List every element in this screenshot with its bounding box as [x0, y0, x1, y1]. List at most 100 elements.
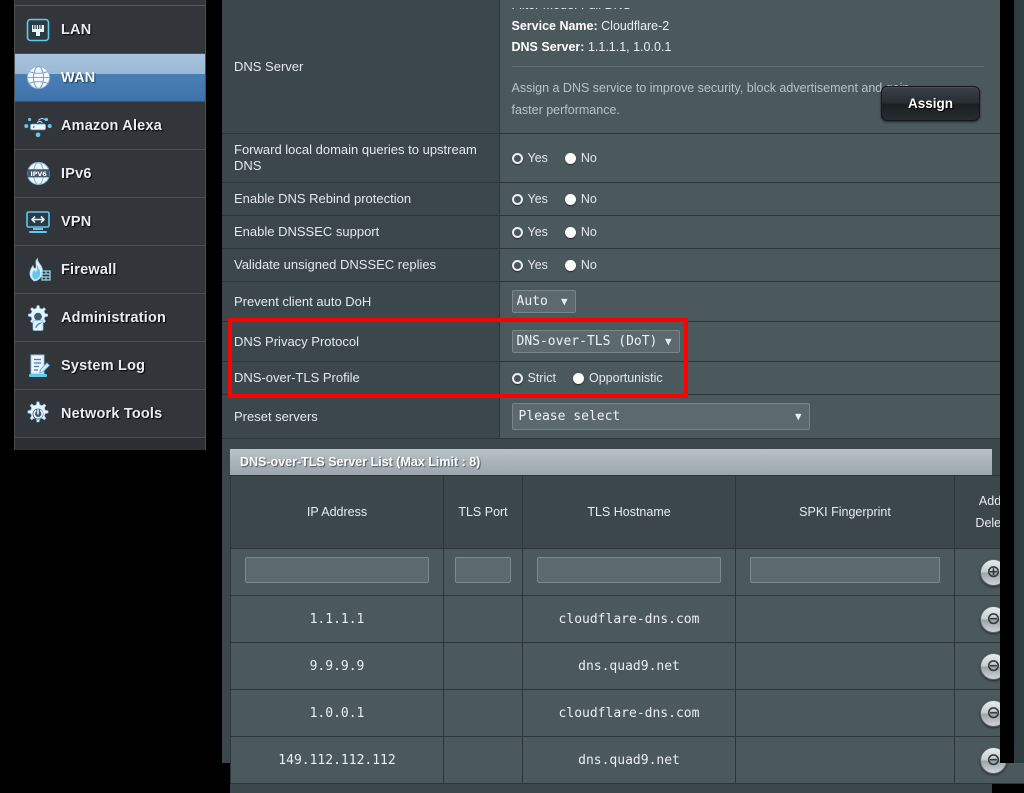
- row-dot-profile: DNS-over-TLS Profile Strict Opportunisti…: [222, 362, 1000, 395]
- radio-label: Yes: [528, 258, 548, 272]
- network-tools-icon: [15, 390, 61, 438]
- preset-servers-select-wrapper: Please select: [512, 403, 810, 430]
- gear-pencil-icon: [15, 294, 61, 342]
- sidebar-item-label: System Log: [61, 358, 145, 374]
- sidebar-item-administration[interactable]: Administration: [15, 294, 205, 342]
- radio-dnssec-yes[interactable]: Yes: [512, 225, 548, 239]
- new-entry-ip-input[interactable]: [245, 557, 430, 583]
- radio-label: No: [581, 258, 597, 272]
- row-forward-local-domain-queries: Forward local domain queries to upstream…: [222, 134, 1000, 183]
- radio-circle-icon: [565, 227, 576, 238]
- cell-spki-fingerprint: [736, 737, 955, 784]
- forward-local-domain-queries-label: Forward local domain queries to upstream…: [222, 134, 499, 183]
- radio-label: No: [581, 151, 597, 165]
- right-gap: [1000, 0, 1014, 763]
- cell-ip-address: 1.1.1.1: [231, 596, 444, 643]
- table-header-row: IP Address TLS Port TLS Hostname SPKI Fi…: [231, 476, 1024, 549]
- radio-dot-opportunistic[interactable]: Opportunistic: [573, 371, 663, 385]
- sidebar-item-label: VPN: [61, 214, 91, 230]
- prevent-client-auto-doh-value: Auto: [499, 282, 1000, 322]
- dot-server-list-title: DNS-over-TLS Server List (Max Limit : 8): [230, 449, 992, 475]
- radio-label: Yes: [528, 151, 548, 165]
- table-row: 1.1.1.1 cloudflare-dns.com ⊖: [231, 596, 1024, 643]
- right-edge-strip: [1014, 0, 1024, 763]
- cell-ip-address: 149.112.112.112: [231, 737, 444, 784]
- sidebar-item-wan[interactable]: WAN: [15, 54, 205, 102]
- cell-tls-port: [444, 737, 523, 784]
- sidebar-item-network-tools[interactable]: Network Tools: [15, 390, 205, 438]
- radio-dot-strict[interactable]: Strict: [512, 371, 556, 385]
- table-row: 149.112.112.112 dns.quad9.net ⊖: [231, 737, 1024, 784]
- dns-server-key: DNS Server:: [512, 40, 585, 54]
- dot-server-list-table: IP Address TLS Port TLS Hostname SPKI Fi…: [230, 475, 1024, 784]
- sidebar-item-firewall[interactable]: Firewall: [15, 246, 205, 294]
- new-entry-hostname-input[interactable]: [537, 557, 722, 583]
- dnssec-support-value: Yes No: [499, 216, 1000, 249]
- sidebar-navigation: LAN WAN: [14, 0, 206, 450]
- table-row: 9.9.9.9 dns.quad9.net ⊖: [231, 643, 1024, 690]
- radio-group: Yes No: [512, 225, 989, 239]
- radio-group: Strict Opportunistic: [512, 371, 989, 385]
- sidebar-item-label: Network Tools: [61, 406, 162, 422]
- radio-dnssec-no[interactable]: No: [565, 225, 597, 239]
- new-entry-port-input[interactable]: [455, 557, 511, 583]
- radio-forward-no[interactable]: No: [565, 151, 597, 165]
- preset-servers-label: Preset servers: [222, 395, 499, 439]
- new-entry-ip-cell: [231, 549, 444, 596]
- new-entry-spki-input[interactable]: [750, 557, 940, 583]
- system-log-icon: [15, 342, 61, 390]
- radio-label: Strict: [528, 371, 556, 385]
- new-entry-port-cell: [444, 549, 523, 596]
- radio-circle-icon: [512, 194, 523, 205]
- sidebar-item-system-log[interactable]: System Log: [15, 342, 205, 390]
- radio-validate-no[interactable]: No: [565, 258, 597, 272]
- sidebar-item-label: LAN: [61, 22, 91, 38]
- sidebar-item-ipv6[interactable]: IPV6 IPv6: [15, 150, 205, 198]
- radio-label: No: [581, 192, 597, 206]
- dns-privacy-protocol-select[interactable]: DNS-over-TLS (DoT): [512, 330, 680, 353]
- cell-ip-address: 1.0.0.1: [231, 690, 444, 737]
- new-entry-spki-cell: [736, 549, 955, 596]
- radio-forward-yes[interactable]: Yes: [512, 151, 548, 165]
- sidebar-item-label: Amazon Alexa: [61, 118, 162, 134]
- radio-rebind-yes[interactable]: Yes: [512, 192, 548, 206]
- sidebar-item-label: IPv6: [61, 166, 92, 182]
- sidebar-item-vpn[interactable]: VPN: [15, 198, 205, 246]
- validate-unsigned-dnssec-label: Validate unsigned DNSSEC replies: [222, 249, 499, 282]
- column-header-tls-hostname: TLS Hostname: [523, 476, 736, 549]
- dns-service-description: Assign a DNS service to improve security…: [512, 77, 932, 121]
- radio-label: No: [581, 225, 597, 239]
- prevent-doh-select[interactable]: Auto: [512, 290, 576, 313]
- sidebar-item-amazon-alexa[interactable]: Amazon Alexa: [15, 102, 205, 150]
- privacy-protocol-select-wrapper: DNS-over-TLS (DoT): [512, 330, 680, 353]
- radio-validate-yes[interactable]: Yes: [512, 258, 548, 272]
- radio-circle-icon: [565, 260, 576, 271]
- dns-server-value-cell: Filter Mode: Full DNS Service Name: Clou…: [499, 0, 1000, 134]
- table-new-entry-row: ⊕: [231, 549, 1024, 596]
- sidebar-item-label: Administration: [61, 310, 166, 326]
- assign-button[interactable]: Assign: [881, 86, 980, 121]
- main-content-panel: DNS Server Filter Mode: Full DNS Service…: [222, 0, 1000, 763]
- preset-servers-select[interactable]: Please select: [512, 403, 810, 430]
- row-prevent-client-auto-doh: Prevent client auto DoH Auto: [222, 282, 1000, 322]
- sidebar-item-lan[interactable]: LAN: [15, 6, 205, 54]
- lan-icon: [15, 6, 61, 54]
- column-header-tls-port: TLS Port: [444, 476, 523, 549]
- list-footer-strip: [230, 784, 992, 793]
- cell-tls-hostname: dns.quad9.net: [523, 643, 736, 690]
- dns-rebind-protection-label: Enable DNS Rebind protection: [222, 183, 499, 216]
- row-dns-rebind-protection: Enable DNS Rebind protection Yes No: [222, 183, 1000, 216]
- cell-tls-port: [444, 596, 523, 643]
- filter-mode-line-clipped: Filter Mode: Full DNS: [512, 8, 989, 16]
- service-name-value: Cloudflare-2: [601, 19, 669, 33]
- cell-spki-fingerprint: [736, 690, 955, 737]
- radio-rebind-no[interactable]: No: [565, 192, 597, 206]
- radio-circle-icon: [573, 373, 584, 384]
- sidebar-item-label: WAN: [61, 70, 95, 86]
- radio-circle-icon: [512, 373, 523, 384]
- radio-circle-icon: [512, 153, 523, 164]
- alexa-icon: [15, 102, 61, 150]
- firewall-icon: [15, 246, 61, 294]
- cell-spki-fingerprint: [736, 596, 955, 643]
- dnssec-support-label: Enable DNSSEC support: [222, 216, 499, 249]
